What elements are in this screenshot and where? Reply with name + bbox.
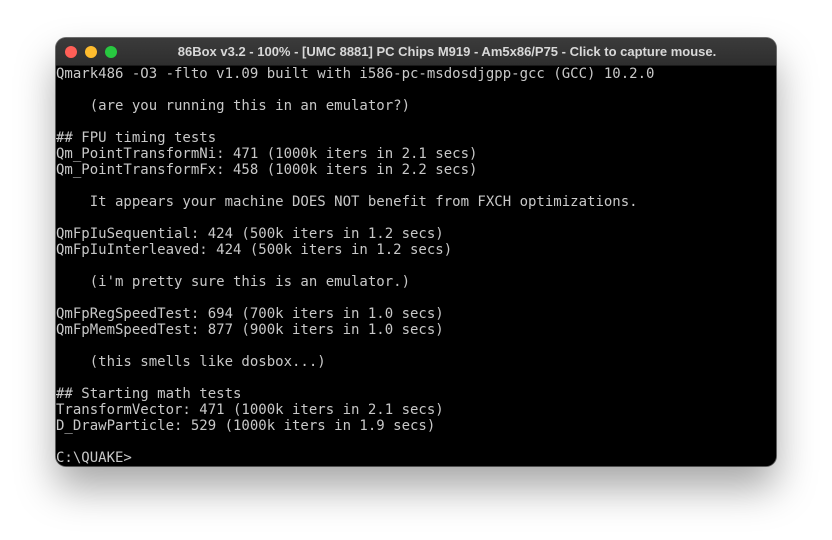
terminal-line: ## Starting math tests [56, 386, 242, 402]
emulator-window[interactable]: 86Box v3.2 - 100% - [UMC 8881] PC Chips … [56, 38, 776, 466]
terminal-line: QmFpIuInterleaved: 424 (500k iters in 1.… [56, 242, 453, 258]
terminal-line: (are you running this in an emulator?) [56, 98, 411, 114]
command-prompt[interactable]: C:\QUAKE> [56, 450, 132, 466]
maximize-button[interactable] [105, 46, 117, 58]
terminal-line: Qm_PointTransformNi: 471 (1000k iters in… [56, 146, 478, 162]
terminal-line: Qmark486 -O3 -flto v1.09 built with i586… [56, 66, 655, 82]
emulator-screen[interactable]: Qmark486 -O3 -flto v1.09 built with i586… [56, 66, 776, 466]
terminal-line: QmFpMemSpeedTest: 877 (900k iters in 1.0… [56, 322, 444, 338]
terminal-line: It appears your machine DOES NOT benefit… [56, 194, 638, 210]
terminal-line: ## FPU timing tests [56, 130, 217, 146]
terminal-line: (i'm pretty sure this is an emulator.) [56, 274, 411, 290]
terminal-line: D_DrawParticle: 529 (1000k iters in 1.9 … [56, 418, 436, 434]
title-bar[interactable]: 86Box v3.2 - 100% - [UMC 8881] PC Chips … [56, 38, 776, 66]
terminal-line: (this smells like dosbox...) [56, 354, 326, 370]
minimize-button[interactable] [85, 46, 97, 58]
close-button[interactable] [65, 46, 77, 58]
terminal-line: QmFpRegSpeedTest: 694 (700k iters in 1.0… [56, 306, 444, 322]
terminal-line: Qm_PointTransformFx: 458 (1000k iters in… [56, 162, 478, 178]
terminal-line: TransformVector: 471 (1000k iters in 2.1… [56, 402, 444, 418]
window-title: 86Box v3.2 - 100% - [UMC 8881] PC Chips … [177, 44, 717, 59]
terminal-line: QmFpIuSequential: 424 (500k iters in 1.2… [56, 226, 444, 242]
